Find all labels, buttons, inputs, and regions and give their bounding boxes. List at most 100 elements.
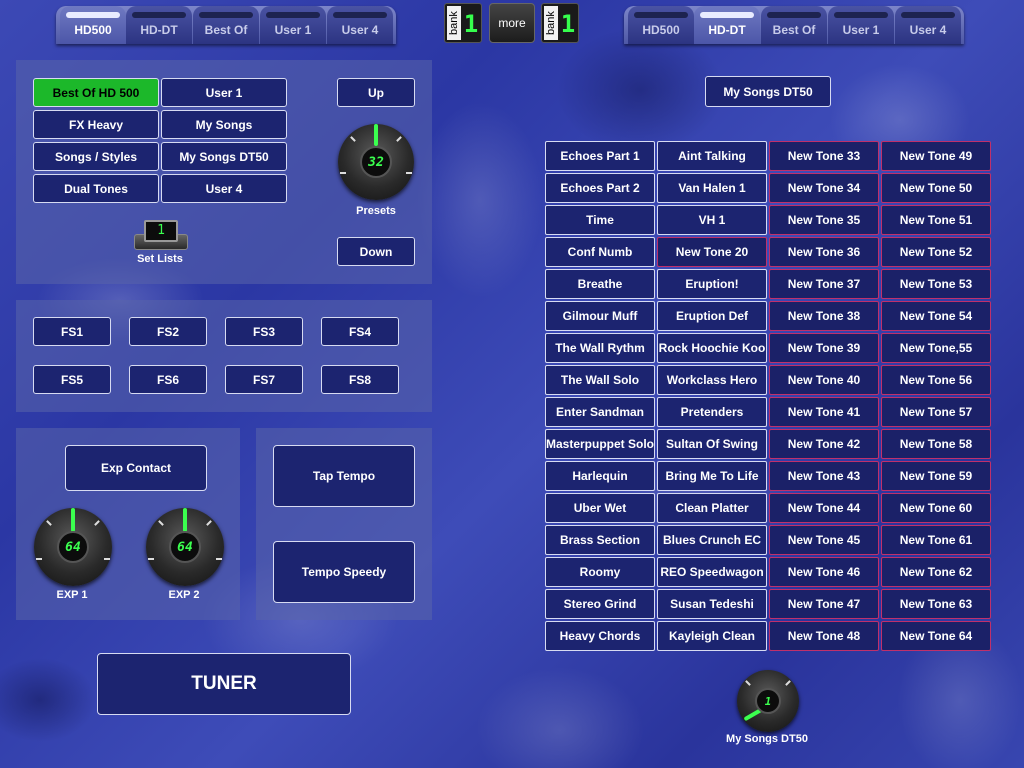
tone-button[interactable]: Echoes Part 2 <box>545 173 655 203</box>
tone-button[interactable]: New Tone 44 <box>769 493 879 523</box>
tone-button[interactable]: New Tone 60 <box>881 493 991 523</box>
tone-button[interactable]: The Wall Solo <box>545 365 655 395</box>
tone-button[interactable]: New Tone 53 <box>881 269 991 299</box>
preset-list-user-1[interactable]: User 1 <box>161 78 287 107</box>
tone-button[interactable]: New Tone 54 <box>881 301 991 331</box>
tone-button[interactable]: New Tone 36 <box>769 237 879 267</box>
preset-list-dual-tones[interactable]: Dual Tones <box>33 174 159 203</box>
tone-button[interactable]: Roomy <box>545 557 655 587</box>
tab-right-best-of[interactable]: Best Of <box>761 6 827 44</box>
tone-button[interactable]: New Tone 20 <box>657 237 767 267</box>
tab-right-hd-dt[interactable]: HD-DT <box>694 6 760 44</box>
tone-button[interactable]: The Wall Rythm <box>545 333 655 363</box>
tab-left-hd-dt[interactable]: HD-DT <box>126 6 192 44</box>
fs7-button[interactable]: FS7 <box>225 365 303 394</box>
tone-button[interactable]: Harlequin <box>545 461 655 491</box>
fs2-button[interactable]: FS2 <box>129 317 207 346</box>
fs1-button[interactable]: FS1 <box>33 317 111 346</box>
tone-button[interactable]: New Tone 61 <box>881 525 991 555</box>
tone-button[interactable]: New Tone 59 <box>881 461 991 491</box>
tone-button[interactable]: New Tone 35 <box>769 205 879 235</box>
exp2-knob[interactable]: 64 <box>146 508 224 586</box>
tone-button[interactable]: New Tone 50 <box>881 173 991 203</box>
tone-button[interactable]: New Tone 33 <box>769 141 879 171</box>
tab-left-user-1[interactable]: User 1 <box>260 6 326 44</box>
tone-button[interactable]: New Tone 42 <box>769 429 879 459</box>
tone-button[interactable]: New Tone 62 <box>881 557 991 587</box>
tone-button[interactable]: Blues Crunch EC <box>657 525 767 555</box>
tone-button[interactable]: New Tone 41 <box>769 397 879 427</box>
tone-button[interactable]: Gilmour Muff <box>545 301 655 331</box>
tone-button[interactable]: REO Speedwagon <box>657 557 767 587</box>
tone-button[interactable]: New Tone 64 <box>881 621 991 651</box>
tone-button[interactable]: New Tone 38 <box>769 301 879 331</box>
tap-tempo-button[interactable]: Tap Tempo <box>273 445 415 507</box>
tone-button[interactable]: Kayleigh Clean <box>657 621 767 651</box>
tab-right-user-4[interactable]: User 4 <box>895 6 961 44</box>
tone-button[interactable]: Uber Wet <box>545 493 655 523</box>
fs3-button[interactable]: FS3 <box>225 317 303 346</box>
tempo-speedy-button[interactable]: Tempo Speedy <box>273 541 415 603</box>
preset-list-my-songs[interactable]: My Songs <box>161 110 287 139</box>
tone-button[interactable]: Clean Platter <box>657 493 767 523</box>
tone-button[interactable]: Van Halen 1 <box>657 173 767 203</box>
fs8-button[interactable]: FS8 <box>321 365 399 394</box>
tuner-button[interactable]: TUNER <box>97 653 351 715</box>
tone-button[interactable]: Brass Section <box>545 525 655 555</box>
more-button[interactable]: more <box>489 3 535 43</box>
tone-button[interactable]: Eruption! <box>657 269 767 299</box>
tone-button[interactable]: New Tone 40 <box>769 365 879 395</box>
tone-button[interactable]: Pretenders <box>657 397 767 427</box>
tone-button[interactable]: New Tone 56 <box>881 365 991 395</box>
tone-button[interactable]: Bring Me To Life <box>657 461 767 491</box>
bank-right-display[interactable]: bank 1 <box>541 3 579 43</box>
tone-button[interactable]: New Tone 52 <box>881 237 991 267</box>
tone-button[interactable]: Heavy Chords <box>545 621 655 651</box>
preset-list-songs-styles[interactable]: Songs / Styles <box>33 142 159 171</box>
tone-button[interactable]: Time <box>545 205 655 235</box>
exp-contact-button[interactable]: Exp Contact <box>65 445 207 491</box>
bank-left-display[interactable]: bank 1 <box>444 3 482 43</box>
preset-list-fx-heavy[interactable]: FX Heavy <box>33 110 159 139</box>
tone-button[interactable]: Breathe <box>545 269 655 299</box>
tone-button[interactable]: New Tone 57 <box>881 397 991 427</box>
tab-right-hd500[interactable]: HD500 <box>628 6 694 44</box>
set-lists-icon[interactable]: 1 <box>134 220 188 252</box>
tone-button[interactable]: New Tone 48 <box>769 621 879 651</box>
fs4-button[interactable]: FS4 <box>321 317 399 346</box>
fs5-button[interactable]: FS5 <box>33 365 111 394</box>
tone-button[interactable]: Aint Talking <box>657 141 767 171</box>
tone-button[interactable]: Stereo Grind <box>545 589 655 619</box>
preset-list-my-songs-dt50[interactable]: My Songs DT50 <box>161 142 287 171</box>
tone-button[interactable]: Eruption Def <box>657 301 767 331</box>
tone-button[interactable]: Enter Sandman <box>545 397 655 427</box>
fs6-button[interactable]: FS6 <box>129 365 207 394</box>
tone-button[interactable]: Masterpuppet Solo <box>545 429 655 459</box>
tone-button[interactable]: Echoes Part 1 <box>545 141 655 171</box>
tone-button[interactable]: New Tone 46 <box>769 557 879 587</box>
preset-list-user-4[interactable]: User 4 <box>161 174 287 203</box>
tone-button[interactable]: New Tone,55 <box>881 333 991 363</box>
tone-button[interactable]: Rock Hoochie Koo <box>657 333 767 363</box>
tone-button[interactable]: Susan Tedeshi <box>657 589 767 619</box>
tone-button[interactable]: New Tone 39 <box>769 333 879 363</box>
down-button[interactable]: Down <box>337 237 415 266</box>
tone-button[interactable]: New Tone 43 <box>769 461 879 491</box>
right-title-button[interactable]: My Songs DT50 <box>705 76 831 107</box>
tab-left-user-4[interactable]: User 4 <box>327 6 393 44</box>
my-songs-dt50-knob[interactable]: 1 <box>737 670 799 732</box>
tone-button[interactable]: New Tone 37 <box>769 269 879 299</box>
exp1-knob[interactable]: 64 <box>34 508 112 586</box>
tone-button[interactable]: New Tone 45 <box>769 525 879 555</box>
tone-button[interactable]: VH 1 <box>657 205 767 235</box>
tone-button[interactable]: New Tone 51 <box>881 205 991 235</box>
tone-button[interactable]: New Tone 58 <box>881 429 991 459</box>
tone-button[interactable]: Sultan Of Swing <box>657 429 767 459</box>
tone-button[interactable]: New Tone 63 <box>881 589 991 619</box>
tone-button[interactable]: New Tone 34 <box>769 173 879 203</box>
tone-button[interactable]: Workclass Hero <box>657 365 767 395</box>
tone-button[interactable]: New Tone 49 <box>881 141 991 171</box>
up-button[interactable]: Up <box>337 78 415 107</box>
presets-knob[interactable]: 32 <box>338 124 414 200</box>
tab-right-user-1[interactable]: User 1 <box>828 6 894 44</box>
